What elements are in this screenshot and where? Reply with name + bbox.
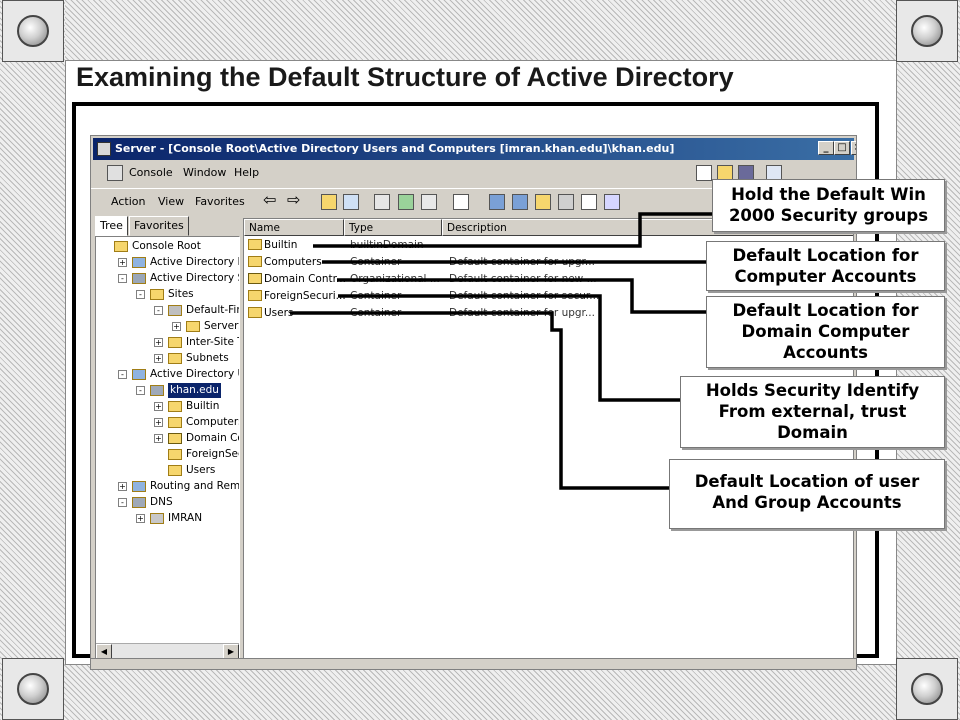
callout-users: Default Location of user And Group Accou… [669, 459, 945, 529]
callout-domain-controllers: Default Location for Domain Computer Acc… [706, 296, 945, 368]
leader-line-builtin [313, 212, 714, 248]
callout-builtin: Hold the Default Win 2000 Security group… [712, 179, 945, 232]
callout-computers: Default Location for Computer Accounts [706, 241, 945, 291]
callout-foreign-security: Holds Security Identify From external, t… [680, 376, 945, 448]
